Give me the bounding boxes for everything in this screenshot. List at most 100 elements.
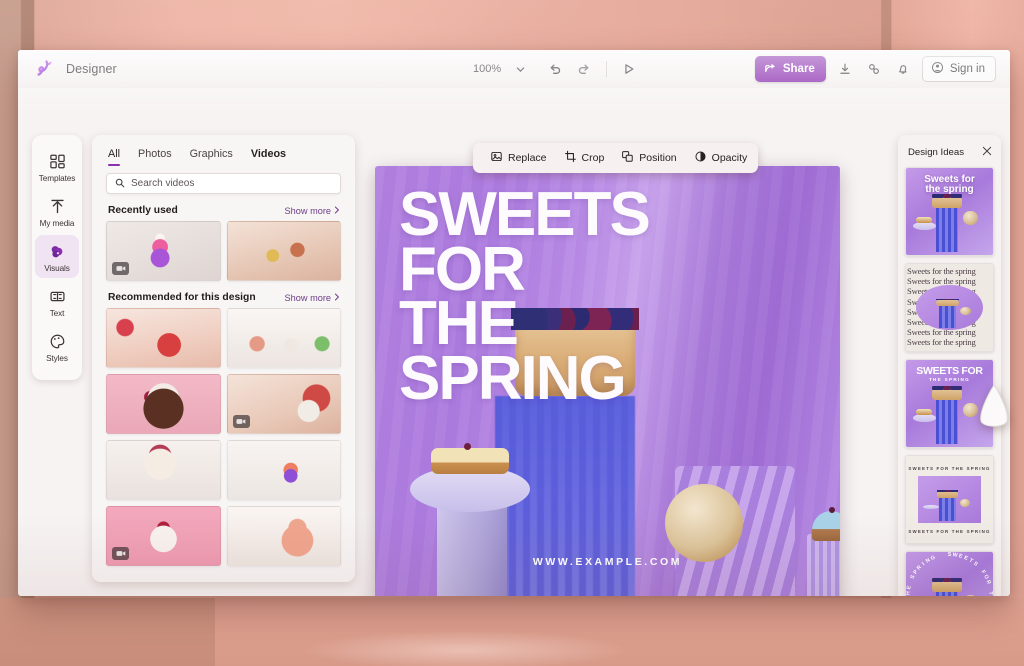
crop-label: Crop <box>581 152 605 164</box>
replace-label: Replace <box>508 152 547 164</box>
poster-tart <box>431 443 509 474</box>
bell-icon[interactable] <box>893 59 913 79</box>
opacity-label: Opacity <box>711 152 748 164</box>
text-box-icon <box>48 287 67 306</box>
assets-tab-bar: All Photos Graphics Videos <box>92 135 355 166</box>
idea-cake <box>932 194 962 208</box>
image-replace-icon <box>490 150 503 166</box>
asset-thumbnail[interactable] <box>226 221 341 281</box>
position-button[interactable]: Position <box>615 146 682 170</box>
idea-cake <box>932 386 962 400</box>
section-title: Recommended for this design <box>108 292 256 303</box>
idea-bread <box>963 210 979 226</box>
poster-headline[interactable]: SWEETS FOR THE SPRING <box>399 183 729 409</box>
styles-palette-icon <box>48 332 67 351</box>
download-icon[interactable] <box>835 59 855 79</box>
asset-thumbnail[interactable] <box>226 374 341 434</box>
idea-bread <box>960 307 972 315</box>
design-idea-item[interactable]: SWEETS FOR THE SPRING SWEETS FOR THE SPR… <box>905 551 994 596</box>
tab-videos[interactable]: Videos <box>251 148 286 166</box>
sidebar-item-text[interactable]: Text <box>35 280 79 323</box>
idea-scene <box>916 285 982 330</box>
replace-button[interactable]: Replace <box>484 146 553 170</box>
idea-cake <box>936 490 959 498</box>
close-icon[interactable] <box>982 143 992 161</box>
assets-panel: All Photos Graphics Videos Search videos… <box>92 135 355 582</box>
idea-bread <box>959 499 971 507</box>
asset-thumbnail[interactable] <box>226 506 341 566</box>
design-ideas-title: Design Ideas <box>908 146 964 158</box>
video-badge-icon <box>112 262 129 275</box>
idea-scene <box>918 476 981 523</box>
asset-thumbnail[interactable] <box>226 308 341 368</box>
undo-icon[interactable] <box>545 59 565 79</box>
sidebar-item-styles[interactable]: Styles <box>35 325 79 368</box>
sign-in-button[interactable]: Sign in <box>921 56 996 82</box>
design-ideas-header: Design Ideas <box>905 143 994 167</box>
design-canvas[interactable]: SWEETS FOR THE SPRING WWW.EXAMPLE.COM <box>375 166 840 596</box>
app-title-bar: Designer 100% Share Sign in <box>18 50 1010 88</box>
link-icon[interactable] <box>864 59 884 79</box>
design-idea-item[interactable]: Sweets for the spring Sweets for the spri… <box>905 263 994 352</box>
idea-column <box>938 303 957 329</box>
selection-toolbar: Replace Crop Position Opacity <box>473 143 758 173</box>
chevron-down-icon[interactable] <box>510 59 530 79</box>
asset-thumbnail[interactable] <box>106 440 221 500</box>
zoom-controls: 100% <box>473 50 639 88</box>
video-badge-icon <box>232 415 250 428</box>
chevron-right-icon <box>334 206 340 216</box>
sidebar-item-label: My media <box>39 219 75 228</box>
opacity-button[interactable]: Opacity <box>688 146 754 170</box>
asset-thumbnail[interactable] <box>106 506 221 566</box>
idea-tart <box>916 216 933 223</box>
show-more-link[interactable]: Show more <box>285 206 340 216</box>
idea-bottom-text: SWEETS FOR THE SPRING <box>908 529 991 535</box>
section-header-recently-used: Recently used Show more <box>92 194 355 221</box>
sidebar-item-templates[interactable]: Templates <box>35 145 79 188</box>
sidebar-item-my-media[interactable]: My media <box>35 190 79 233</box>
sidebar-item-label: Styles <box>46 354 68 363</box>
zoom-level-value[interactable]: 100% <box>473 63 501 75</box>
search-input[interactable]: Search videos <box>106 173 341 194</box>
section-header-recommended: Recommended for this design Show more <box>92 281 355 308</box>
crop-icon <box>564 150 577 166</box>
position-label: Position <box>639 152 677 164</box>
design-idea-item[interactable]: Sweets for the spring <box>905 167 994 256</box>
show-more-link[interactable]: Show more <box>285 293 340 303</box>
redo-icon[interactable] <box>574 59 594 79</box>
play-icon[interactable] <box>619 59 639 79</box>
idea-pedestal <box>923 505 940 510</box>
idea-top-text: SWEETS FOR THE SPRING <box>908 465 991 471</box>
recommended-grid <box>92 308 355 566</box>
idea-column <box>935 204 959 252</box>
tab-photos[interactable]: Photos <box>138 148 172 166</box>
crop-button[interactable]: Crop <box>558 146 611 170</box>
titlebar-right-actions: Share Sign in <box>754 50 996 88</box>
opacity-circle-icon <box>694 150 707 166</box>
video-badge-icon <box>112 547 129 560</box>
idea-column <box>935 396 959 444</box>
app-title: Designer <box>66 62 117 76</box>
idea-pedestal <box>912 221 936 230</box>
sign-in-label: Sign in <box>949 63 985 75</box>
tab-graphics[interactable]: Graphics <box>190 148 233 166</box>
designer-logo-icon <box>34 59 54 79</box>
sidebar-item-label: Templates <box>38 174 76 183</box>
tab-all[interactable]: All <box>108 148 120 166</box>
asset-thumbnail[interactable] <box>106 374 221 434</box>
asset-thumbnail[interactable] <box>106 308 221 368</box>
poster-website-url[interactable]: WWW.EXAMPLE.COM <box>375 556 840 568</box>
poster-artwork: SWEETS FOR THE SPRING WWW.EXAMPLE.COM <box>375 166 840 596</box>
design-ideas-panel: Design Ideas Sweets for the spring Sweet… <box>898 135 1001 596</box>
idea-column <box>939 495 956 522</box>
design-idea-item[interactable]: SWEETS FOR THE SPRING SWEETS FOR THE SPR… <box>905 455 994 544</box>
asset-thumbnail[interactable] <box>106 221 221 281</box>
sidebar-item-label: Visuals <box>44 264 70 273</box>
chevron-right-icon <box>334 293 340 303</box>
sidebar-item-visuals[interactable]: Visuals <box>35 235 79 278</box>
toolbar-divider <box>606 61 608 77</box>
idea-oval-photo <box>916 284 983 331</box>
asset-thumbnail[interactable] <box>226 440 341 500</box>
share-button[interactable]: Share <box>754 56 826 82</box>
idea-cake <box>936 298 960 306</box>
